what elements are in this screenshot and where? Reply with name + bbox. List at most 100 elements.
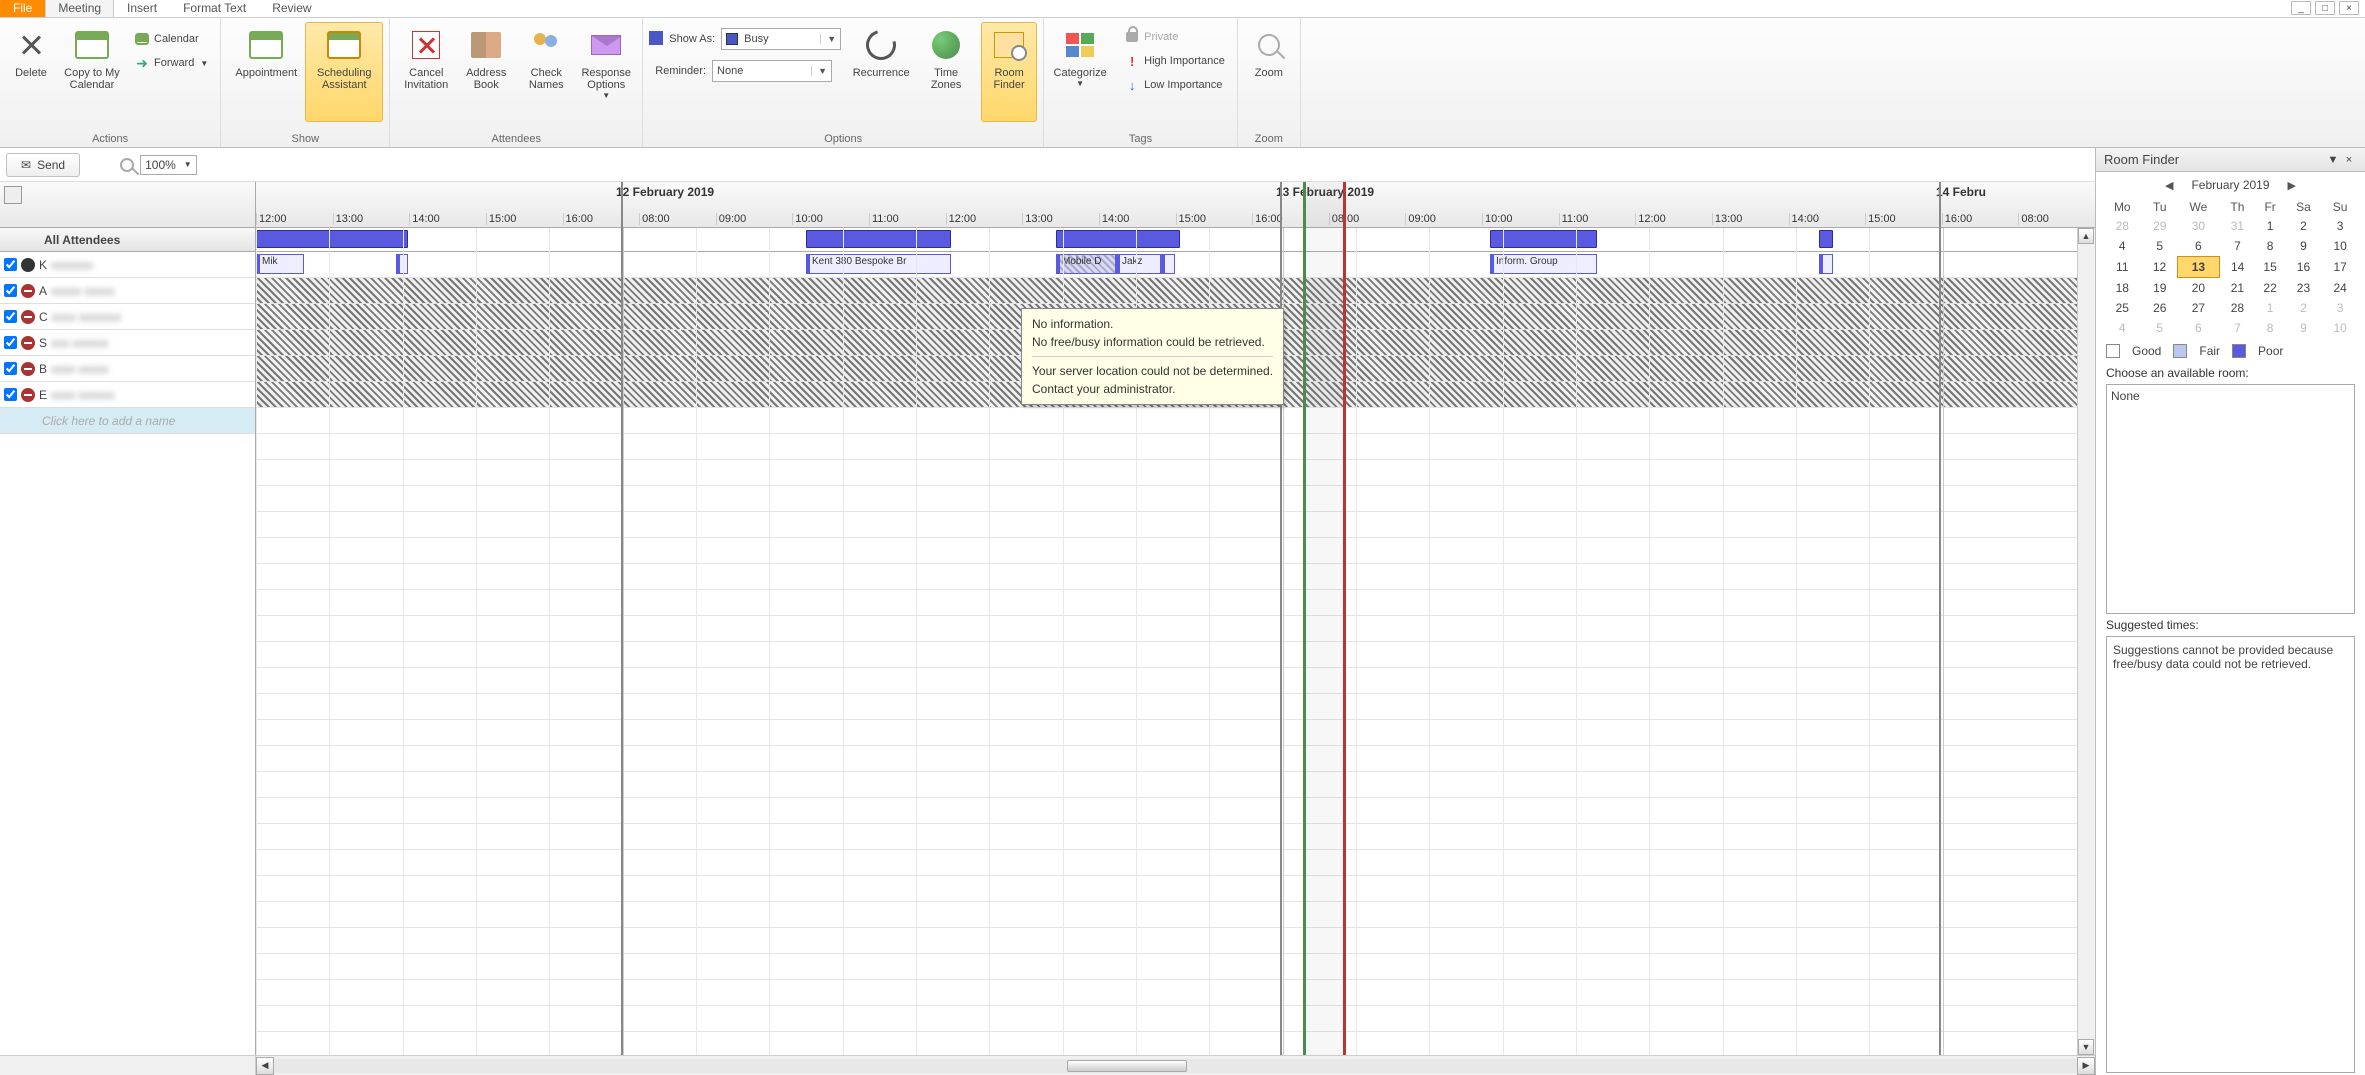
close-button[interactable]: × (2339, 1, 2359, 15)
appointment-block[interactable]: Kent 380 Bespoke Br (806, 254, 951, 274)
calendar-day[interactable]: 3 (2322, 216, 2359, 236)
calendar-day[interactable]: 10 (2322, 236, 2359, 257)
timeline[interactable]: 12 February 2019 13 February 2019 14 Feb… (256, 182, 2095, 1055)
appointment-block[interactable] (1161, 254, 1175, 274)
appointment-block[interactable] (1819, 254, 1833, 274)
calendar-day[interactable]: 2 (2285, 216, 2322, 236)
attendee-row[interactable]: Cxxxx xxxxxxx (0, 304, 255, 330)
calendar-day[interactable]: 26 (2143, 298, 2177, 318)
calendar-day[interactable]: 21 (2220, 278, 2255, 299)
attendee-checkbox[interactable] (4, 362, 17, 375)
attendee-checkbox[interactable] (4, 310, 17, 323)
attendee-row[interactable]: Sxxx xxxxxx (0, 330, 255, 356)
scrollbar-thumb[interactable] (1067, 1060, 1187, 1072)
tab-insert[interactable]: Insert (114, 0, 170, 17)
zoom-button[interactable]: Zoom (1244, 22, 1294, 122)
appointment-block[interactable]: Mik (256, 254, 304, 274)
scrollbar-track[interactable] (274, 1059, 2077, 1073)
meeting-selection[interactable] (1303, 182, 1343, 1055)
next-month-button[interactable]: ▶ (2288, 179, 2296, 192)
options-corner-icon[interactable] (4, 186, 22, 204)
address-book-button[interactable]: Address Book (456, 22, 516, 122)
calendar-day[interactable]: 24 (2322, 278, 2359, 299)
calendar-mini-button[interactable]: Calendar (128, 28, 214, 50)
minimize-button[interactable]: _ (2291, 1, 2311, 15)
calendar-day[interactable]: 2 (2285, 298, 2322, 318)
calendar-day[interactable]: 5 (2143, 318, 2177, 338)
calendar-day[interactable]: 27 (2177, 298, 2220, 318)
calendar-day[interactable]: 3 (2322, 298, 2359, 318)
attendee-row[interactable]: Exxxx xxxxxx (0, 382, 255, 408)
room-finder-button[interactable]: Room Finder (981, 22, 1037, 122)
horizontal-scrollbar[interactable]: ◀ ▶ (0, 1055, 2095, 1075)
appointment-block[interactable]: Jakz (1116, 254, 1161, 274)
add-attendee-row[interactable]: Click here to add a name (0, 408, 255, 434)
room-finder-dropdown-button[interactable]: ▼ (2325, 153, 2341, 167)
calendar-day[interactable]: 13 (2177, 257, 2220, 278)
calendar-day[interactable]: 7 (2220, 318, 2255, 338)
calendar-day[interactable]: 30 (2177, 216, 2220, 236)
calendar-day[interactable]: 15 (2255, 257, 2285, 278)
tab-format-text[interactable]: Format Text (170, 0, 259, 17)
calendar-day[interactable]: 5 (2143, 236, 2177, 257)
attendee-row[interactable]: Axxxxx xxxxx (0, 278, 255, 304)
calendar-day[interactable]: 29 (2143, 216, 2177, 236)
attendee-row[interactable]: Kxxxxxxx (0, 252, 255, 278)
calendar-day[interactable]: 22 (2255, 278, 2285, 299)
calendar-day[interactable]: 20 (2177, 278, 2220, 299)
scheduling-assistant-button[interactable]: Scheduling Assistant (305, 22, 383, 122)
appointment-block[interactable]: Inform. Group (1490, 254, 1597, 274)
calendar-day[interactable]: 28 (2102, 216, 2143, 236)
delete-button[interactable]: Delete (6, 22, 56, 122)
attendee-row[interactable]: Bxxxx xxxxx (0, 356, 255, 382)
recurrence-button[interactable]: Recurrence (851, 22, 911, 122)
room-finder-close-button[interactable]: × (2341, 153, 2357, 167)
appointment-button[interactable]: Appointment (227, 22, 305, 122)
response-options-button[interactable]: Response Options ▼ (576, 22, 636, 122)
cancel-invitation-button[interactable]: Cancel Invitation (396, 22, 456, 122)
calendar-day[interactable]: 8 (2255, 318, 2285, 338)
copy-to-my-calendar-button[interactable]: Copy to My Calendar (56, 22, 128, 122)
attendee-checkbox[interactable] (4, 336, 17, 349)
show-as-dropdown[interactable]: Busy ▼ (721, 28, 841, 50)
scroll-up-button[interactable]: ▲ (2078, 228, 2094, 244)
calendar-day[interactable]: 4 (2102, 236, 2143, 257)
vertical-scrollbar[interactable]: ▲ ▼ (2077, 228, 2095, 1055)
tab-meeting[interactable]: Meeting (45, 0, 114, 17)
categorize-button[interactable]: Categorize ▼ (1050, 22, 1110, 122)
low-importance-button[interactable]: ↓ Low Importance (1118, 74, 1231, 96)
calendar-day[interactable]: 1 (2255, 216, 2285, 236)
zoom-dropdown[interactable]: 100% ▼ (140, 155, 197, 175)
calendar-day[interactable]: 4 (2102, 318, 2143, 338)
calendar-day[interactable]: 6 (2177, 318, 2220, 338)
calendar-day[interactable]: 25 (2102, 298, 2143, 318)
scroll-right-button[interactable]: ▶ (2077, 1057, 2095, 1075)
prev-month-button[interactable]: ◀ (2165, 179, 2173, 192)
scroll-left-button[interactable]: ◀ (256, 1057, 274, 1075)
forward-button[interactable]: ➜ Forward ▼ (128, 52, 214, 74)
calendar-day[interactable]: 9 (2285, 236, 2322, 257)
private-button[interactable]: Private (1118, 26, 1231, 48)
calendar-day[interactable]: 18 (2102, 278, 2143, 299)
suggested-times-list[interactable]: Suggestions cannot be provided because f… (2106, 636, 2355, 1073)
calendar-day[interactable]: 6 (2177, 236, 2220, 257)
calendar-day[interactable]: 28 (2220, 298, 2255, 318)
reminder-dropdown[interactable]: None ▼ (712, 60, 832, 82)
high-importance-button[interactable]: ! High Importance (1118, 50, 1231, 72)
calendar-day[interactable]: 1 (2255, 298, 2285, 318)
time-zones-button[interactable]: Time Zones (921, 22, 971, 122)
calendar-day[interactable]: 8 (2255, 236, 2285, 257)
calendar-day[interactable]: 16 (2285, 257, 2322, 278)
maximize-button[interactable]: □ (2315, 1, 2335, 15)
attendee-checkbox[interactable] (4, 284, 17, 297)
send-button[interactable]: ✉ Send (6, 153, 80, 177)
attendee-checkbox[interactable] (4, 388, 17, 401)
appointment-block[interactable]: Mobile D (1056, 254, 1116, 274)
tab-review[interactable]: Review (259, 0, 324, 17)
scroll-down-button[interactable]: ▼ (2078, 1039, 2094, 1055)
calendar-day[interactable]: 31 (2220, 216, 2255, 236)
calendar-day[interactable]: 17 (2322, 257, 2359, 278)
selection-end-line[interactable] (1343, 182, 1346, 1055)
attendee-checkbox[interactable] (4, 258, 17, 271)
calendar-day[interactable]: 23 (2285, 278, 2322, 299)
